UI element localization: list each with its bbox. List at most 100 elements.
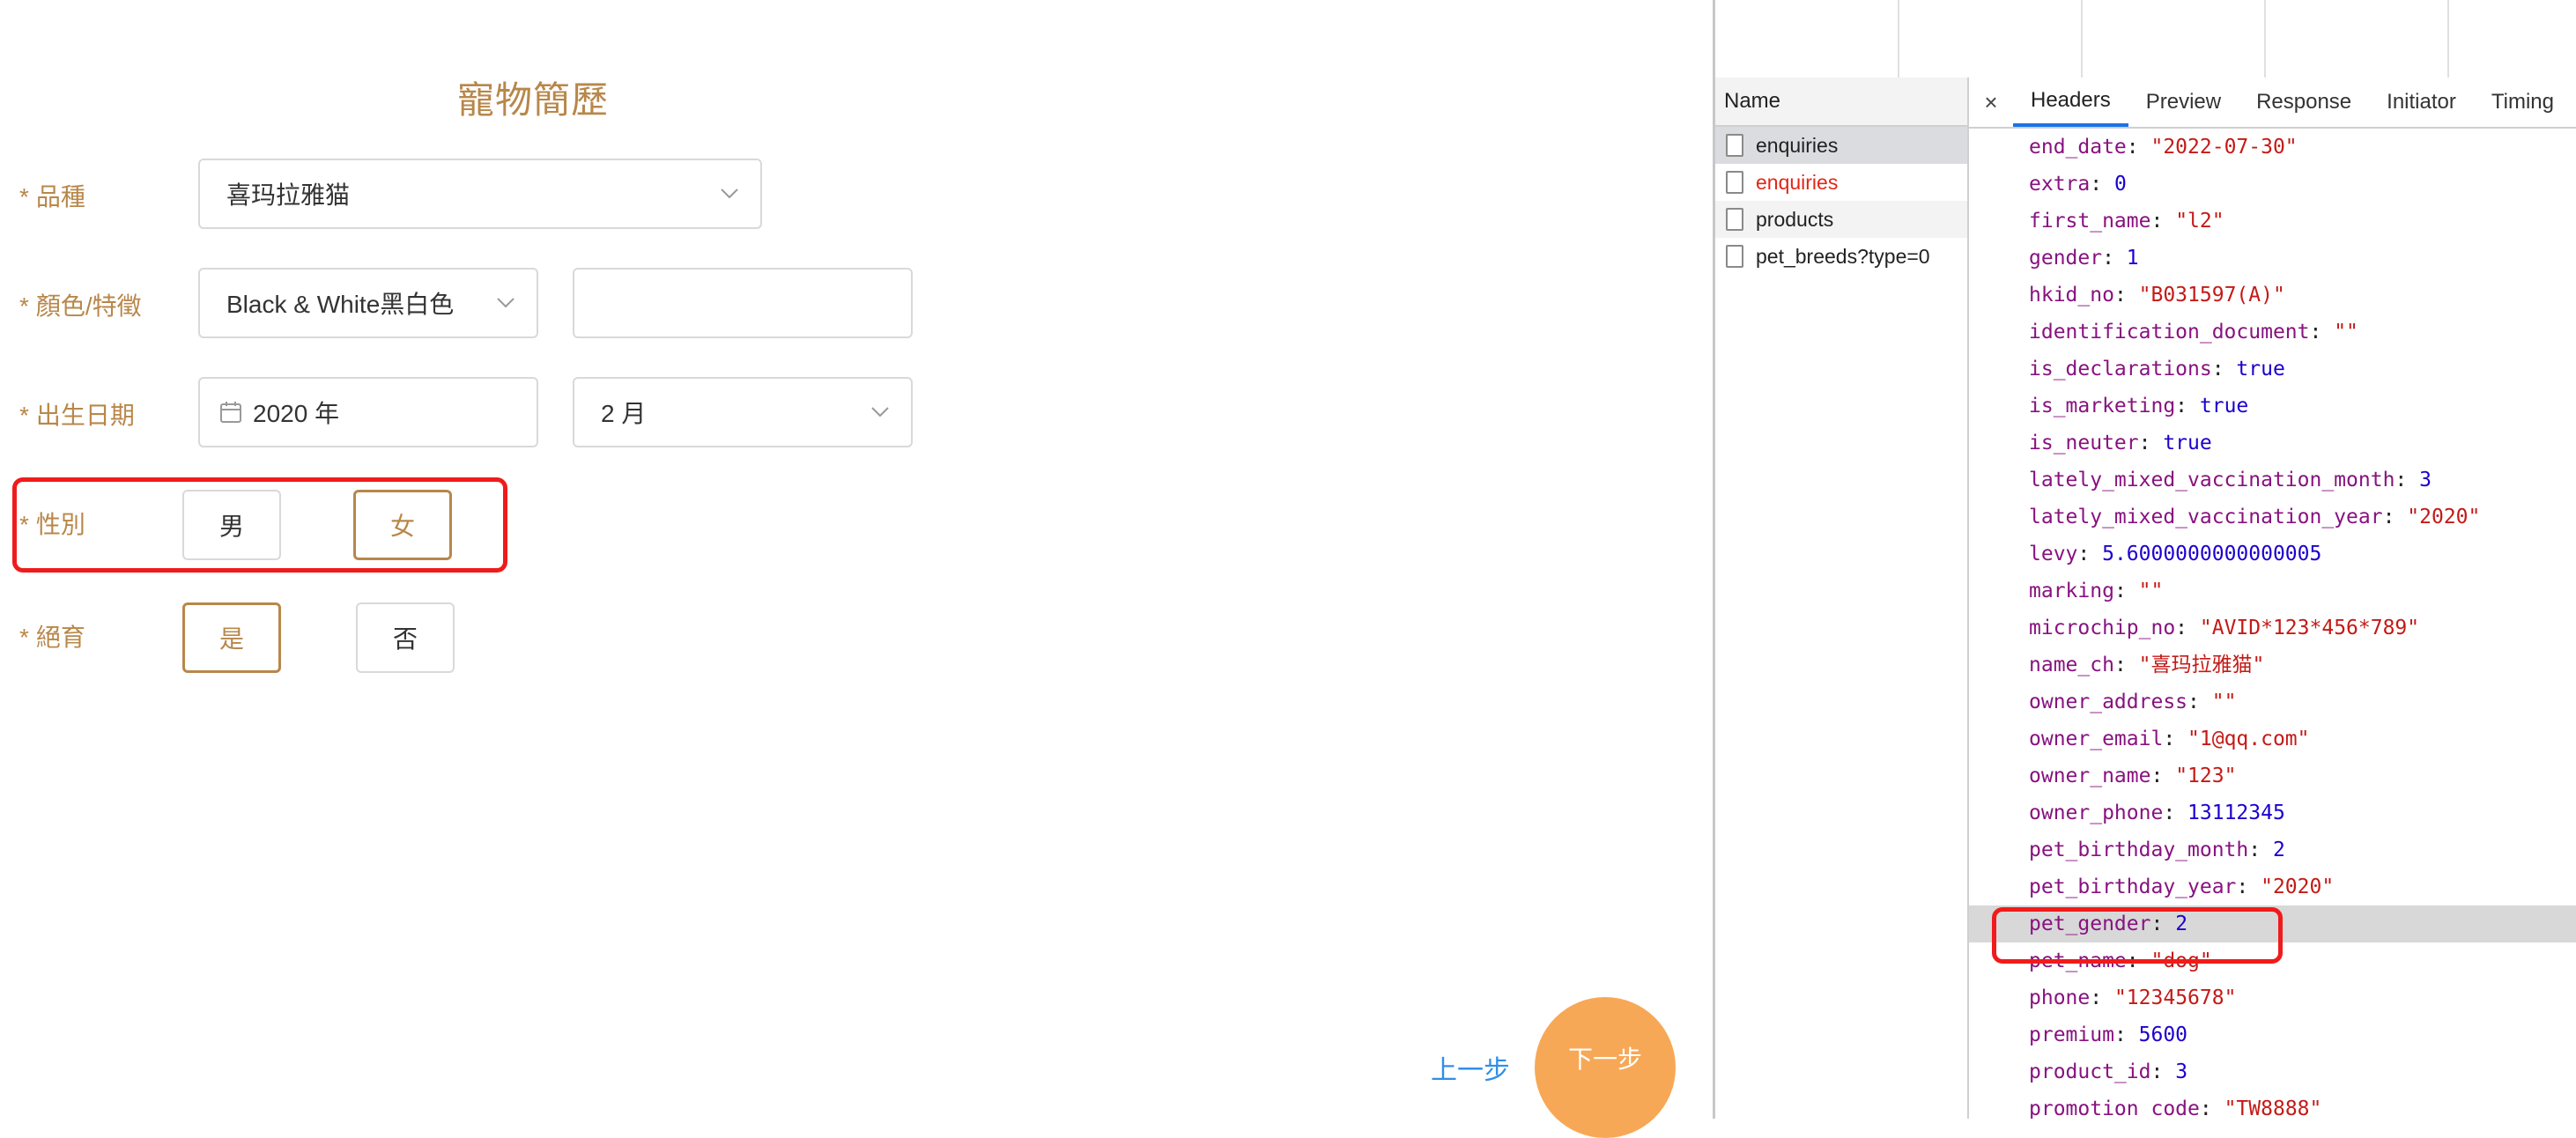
timeline-gridline [1898, 0, 1899, 78]
tab-headers[interactable]: Headers [2013, 78, 2128, 127]
timeline-gridline [2447, 0, 2449, 78]
request-payload-view: end_date: "2022-07-30" extra: 0 first_name… [1969, 129, 2576, 1119]
payload-value: "" [2334, 321, 2358, 344]
payload-separator: : [2113, 1023, 2139, 1046]
payload-separator: : [2090, 987, 2114, 1009]
payload-key: is_marketing [2029, 395, 2176, 418]
tab-preview[interactable]: Preview [2128, 78, 2239, 127]
payload-separator: : [2199, 1097, 2224, 1119]
payload-value: "123" [2175, 765, 2237, 787]
payload-line: gender: 1 [1969, 240, 2576, 277]
payload-separator: : [2150, 765, 2176, 787]
network-timeline [1715, 0, 2576, 79]
birth-year-picker[interactable]: 2020 年 [198, 377, 538, 447]
payload-separator: : [2150, 1060, 2176, 1083]
request-row[interactable]: pet_breeds?type=0 [1715, 238, 1967, 275]
payload-separator: : [2090, 173, 2114, 196]
payload-line: name_ch: "喜玛拉雅猫" [1969, 647, 2576, 684]
request-row[interactable]: enquiries [1715, 127, 1967, 164]
payload-key: lately_mixed_vaccination_month [2029, 469, 2395, 491]
next-step-button[interactable]: 下一步 [1535, 997, 1676, 1138]
payload-value: "" [2138, 580, 2164, 602]
payload-separator: : [2113, 284, 2139, 307]
annotation-highlight-box [12, 477, 507, 573]
payload-value: 3 [2419, 469, 2432, 491]
calendar-icon [220, 402, 241, 423]
payload-line: promotion_code: "TW8888" [1969, 1090, 2576, 1119]
payload-line: is_declarations: true [1969, 351, 2576, 388]
payload-line: first_name: "l2" [1969, 203, 2576, 240]
payload-key: microchip_no [2029, 617, 2176, 639]
tab-timing[interactable]: Timing [2474, 78, 2572, 127]
payload-value: true [2163, 432, 2212, 454]
devtools-network-panel: Name enquiries enquiries products pet_br… [1713, 0, 2576, 1119]
payload-line: owner_phone: 13112345 [1969, 794, 2576, 831]
payload-key: is_neuter [2029, 432, 2139, 454]
neuter-yes-button[interactable]: 是 [182, 602, 281, 673]
request-row[interactable]: enquiries [1715, 164, 1967, 201]
payload-value: "TW8888" [2224, 1097, 2322, 1119]
payload-separator: : [2309, 321, 2335, 344]
request-row[interactable]: products [1715, 201, 1967, 238]
neuter-label: * 絕育 [19, 624, 85, 651]
payload-separator: : [2187, 691, 2212, 713]
payload-line: hkid_no: "B031597(A)" [1969, 277, 2576, 314]
payload-line: is_marketing: true [1969, 388, 2576, 425]
payload-key: pet_birthday_year [2029, 876, 2237, 898]
payload-key: owner_name [2029, 765, 2151, 787]
payload-key: owner_phone [2029, 802, 2164, 824]
payload-line: is_neuter: true [1969, 425, 2576, 462]
payload-key: gender [2029, 247, 2103, 270]
breed-label: * 品種 [19, 183, 85, 211]
payload-separator: : [2382, 506, 2408, 528]
chevron-down-icon [497, 298, 514, 308]
payload-line: end_date: "2022-07-30" [1969, 129, 2576, 166]
payload-value: 1 [2126, 247, 2139, 270]
payload-value: "l2" [2175, 210, 2224, 233]
payload-separator: : [2248, 839, 2273, 861]
detail-tabbar: × Headers Preview Response Initiator Tim… [1969, 78, 2576, 129]
payload-value: true [2199, 395, 2249, 418]
chevron-down-icon [871, 407, 889, 418]
payload-key: product_id [2029, 1060, 2151, 1083]
payload-separator: : [2236, 876, 2261, 898]
timeline-gridline [2264, 0, 2266, 78]
annotation-highlight-box [1992, 907, 2283, 964]
color-value: Black & White黑白色 [226, 291, 455, 318]
payload-separator: : [2395, 469, 2420, 491]
breed-select[interactable]: 喜玛拉雅猫 [198, 159, 762, 229]
color-select[interactable]: Black & White黑白色 [198, 268, 538, 338]
neuter-no-button[interactable]: 否 [356, 602, 455, 673]
payload-separator: : [2163, 802, 2188, 824]
payload-line: lately_mixed_vaccination_year: "2020" [1969, 499, 2576, 536]
payload-separator: : [2138, 432, 2164, 454]
file-icon [1726, 134, 1743, 157]
payload-line: owner_address: "" [1969, 684, 2576, 720]
payload-line: identification_document: "" [1969, 314, 2576, 351]
payload-key: first_name [2029, 210, 2151, 233]
payload-key: name_ch [2029, 654, 2114, 676]
payload-separator: : [2163, 728, 2188, 750]
payload-value: "B031597(A)" [2138, 284, 2285, 307]
payload-line: phone: "12345678" [1969, 979, 2576, 1016]
payload-value: 2 [2272, 839, 2285, 861]
payload-key: identification_document [2029, 321, 2310, 344]
payload-key: owner_email [2029, 728, 2164, 750]
tab-initiator[interactable]: Initiator [2369, 78, 2474, 127]
payload-line: premium: 5600 [1969, 1016, 2576, 1053]
payload-key: owner_address [2029, 691, 2188, 713]
payload-value: "2020" [2261, 876, 2335, 898]
payload-key: is_declarations [2029, 358, 2212, 381]
tab-response[interactable]: Response [2239, 78, 2369, 127]
close-icon[interactable]: × [1969, 89, 2013, 116]
color-feature-input[interactable] [573, 268, 913, 338]
payload-key: end_date [2029, 136, 2127, 159]
prev-step-link[interactable]: 上一步 [1431, 1048, 1510, 1087]
birth-month-select[interactable]: 2 月 [573, 377, 913, 447]
breed-value: 喜玛拉雅猫 [226, 181, 351, 209]
name-column-header[interactable]: Name [1715, 78, 1967, 127]
payload-line: marking: "" [1969, 573, 2576, 610]
file-icon [1726, 245, 1743, 268]
payload-line: owner_name: "123" [1969, 757, 2576, 794]
payload-value: "1@qq.com" [2187, 728, 2310, 750]
